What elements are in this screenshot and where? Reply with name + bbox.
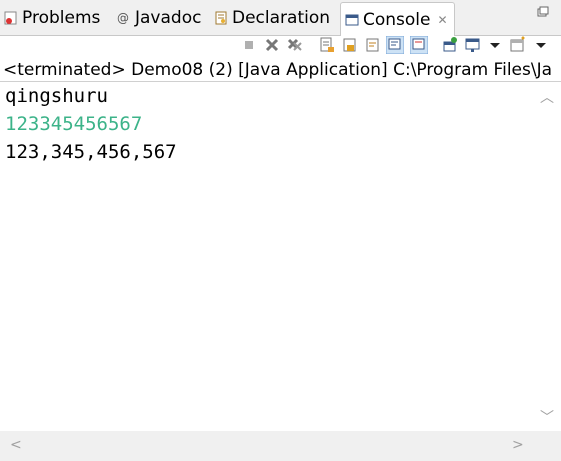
vertical-scrollbar[interactable]: ︿ ﹀ bbox=[532, 83, 561, 431]
tab-console-label: Console bbox=[363, 9, 431, 30]
scroll-right-icon[interactable]: > bbox=[512, 437, 524, 453]
clear-console-icon[interactable] bbox=[318, 36, 336, 54]
console-toolbar bbox=[0, 36, 561, 58]
chevron-down-icon[interactable] bbox=[486, 36, 504, 54]
tab-console[interactable]: Console ✕ bbox=[340, 2, 455, 36]
console-line: qingshuru bbox=[5, 85, 108, 107]
show-console-stderr-icon[interactable] bbox=[410, 36, 428, 54]
minimize-view-icon[interactable] bbox=[537, 6, 549, 18]
show-console-stdout-icon[interactable] bbox=[386, 36, 404, 54]
scroll-left-icon[interactable]: < bbox=[10, 437, 22, 453]
view-menu-chevron-down-icon[interactable] bbox=[532, 36, 550, 54]
remove-launch-icon[interactable] bbox=[263, 36, 281, 54]
scroll-down-icon[interactable]: ﹀ bbox=[540, 407, 554, 427]
remove-all-terminated-icon[interactable] bbox=[286, 36, 304, 54]
scroll-lock-icon[interactable] bbox=[341, 36, 359, 54]
open-console-icon[interactable] bbox=[509, 36, 527, 54]
view-tab-bar: Problems @ Javadoc Declaration Console ✕ bbox=[0, 0, 561, 36]
at-icon: @ bbox=[117, 11, 129, 25]
console-line: 123,345,456,567 bbox=[5, 141, 177, 163]
console-line-input: 123345456567 bbox=[5, 113, 143, 135]
tab-declaration-label: Declaration bbox=[232, 8, 331, 28]
console-icon bbox=[345, 14, 359, 25]
declaration-icon bbox=[215, 11, 227, 25]
scrollbar-corner bbox=[532, 431, 561, 461]
close-icon[interactable]: ✕ bbox=[438, 13, 448, 27]
console-output[interactable]: qingshuru 123345456567 123,345,456,567 bbox=[0, 83, 532, 431]
terminate-icon[interactable] bbox=[240, 36, 258, 54]
tab-problems[interactable]: Problems bbox=[4, 4, 100, 32]
tab-problems-label: Problems bbox=[22, 8, 101, 28]
scroll-up-icon[interactable]: ︿ bbox=[540, 87, 554, 107]
problems-icon bbox=[4, 11, 17, 25]
tab-declaration[interactable]: Declaration bbox=[214, 4, 330, 32]
launch-status-line: <terminated> Demo08 (2) [Java Applicatio… bbox=[0, 58, 561, 82]
word-wrap-icon[interactable] bbox=[364, 36, 382, 54]
tab-javadoc-label: Javadoc bbox=[135, 8, 202, 28]
display-console-icon[interactable] bbox=[464, 36, 482, 54]
tab-javadoc[interactable]: @ Javadoc bbox=[117, 4, 201, 32]
horizontal-scrollbar[interactable]: < > bbox=[0, 431, 532, 461]
pin-console-icon[interactable] bbox=[441, 36, 459, 54]
